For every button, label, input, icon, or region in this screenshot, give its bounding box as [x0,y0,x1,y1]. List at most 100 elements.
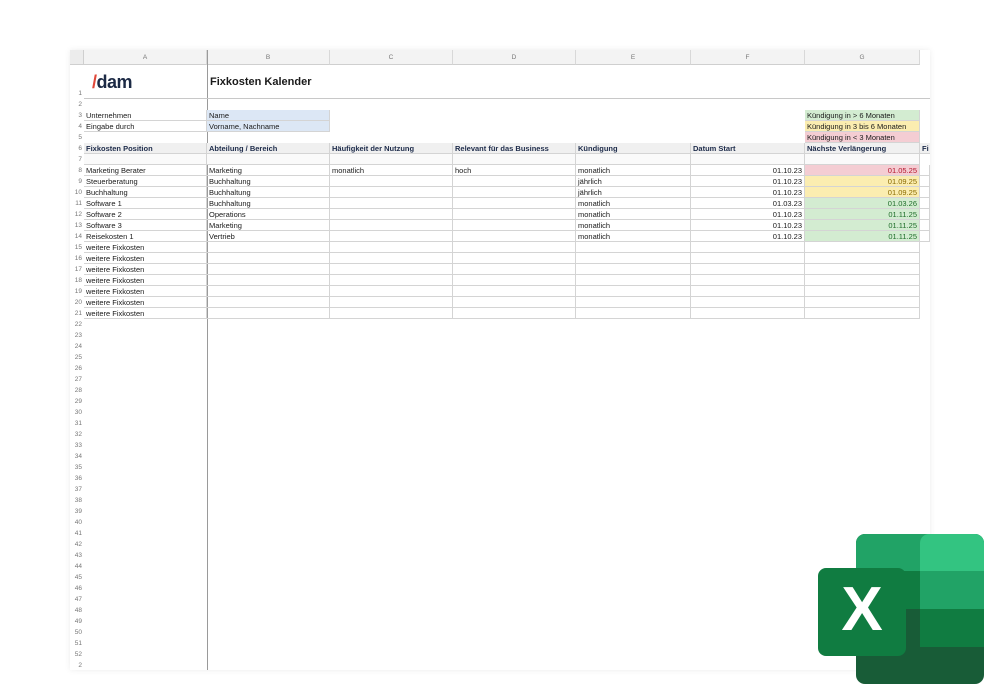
table-cell-verlaengerung[interactable]: 01.09.25 [805,176,920,187]
table-cell-relevant[interactable] [453,220,576,231]
row-number[interactable]: 40 [70,517,84,528]
table-cell-start[interactable]: 01.10.23 [691,209,805,220]
empty-cell[interactable] [207,275,330,286]
empty-cell[interactable] [207,154,330,165]
empty-cell[interactable] [691,297,805,308]
empty-cell[interactable] [453,154,576,165]
column-title[interactable]: Nächste Verlängerung [805,143,920,154]
empty-cell[interactable] [576,308,691,319]
empty-cell[interactable] [691,242,805,253]
legend-item[interactable]: Kündigung in < 3 Monaten [805,132,920,143]
empty-cell[interactable] [576,297,691,308]
empty-cell[interactable] [805,286,920,297]
table-cell-position[interactable]: Software 2 [84,209,207,220]
row-number[interactable]: 10 [70,187,84,198]
table-cell-extra[interactable] [920,176,930,187]
empty-cell[interactable] [453,264,576,275]
row-number[interactable]: 45 [70,572,84,583]
empty-cell[interactable] [805,154,920,165]
empty-cell[interactable] [330,308,453,319]
row-number[interactable]: 14 [70,231,84,242]
empty-cell[interactable] [691,275,805,286]
input-by-value-field[interactable]: Vorname, Nachname [207,121,330,132]
row-number[interactable]: 33 [70,440,84,451]
table-cell-position[interactable]: Steuerberatung [84,176,207,187]
company-label[interactable]: Unternehmen [84,110,207,121]
row-number[interactable]: 15 [70,242,84,253]
row-number[interactable]: 9 [70,176,84,187]
column-title[interactable]: Fixkosten Position [84,143,207,154]
table-cell-relevant[interactable] [453,231,576,242]
empty-cell[interactable] [691,154,805,165]
row-number[interactable]: 4 [70,121,84,132]
empty-cell[interactable] [691,308,805,319]
table-cell-kuendigung[interactable]: jährlich [576,176,691,187]
table-cell-start[interactable]: 01.10.23 [691,165,805,176]
row-number[interactable]: 43 [70,550,84,561]
table-cell-kuendigung[interactable]: monatlich [576,220,691,231]
row-number[interactable]: 17 [70,264,84,275]
table-cell-start[interactable]: 01.10.23 [691,231,805,242]
placeholder-position[interactable]: weitere Fixkosten [84,253,207,264]
table-cell-relevant[interactable]: hoch [453,165,576,176]
empty-cell[interactable] [453,253,576,264]
row-number[interactable]: 35 [70,462,84,473]
row-number[interactable]: 6 [70,143,84,154]
table-cell-haeufigkeit[interactable] [330,187,453,198]
table-cell-position[interactable]: Marketing Berater [84,165,207,176]
table-cell-position[interactable]: Buchhaltung [84,187,207,198]
row-number[interactable]: 13 [70,220,84,231]
empty-cell[interactable] [453,308,576,319]
row-number[interactable]: 7 [70,154,84,165]
table-cell-start[interactable]: 01.10.23 [691,220,805,231]
table-cell-relevant[interactable] [453,198,576,209]
table-cell-abteilung[interactable]: Buchhaltung [207,176,330,187]
placeholder-position[interactable]: weitere Fixkosten [84,264,207,275]
table-cell-start[interactable]: 01.03.23 [691,198,805,209]
row-number[interactable]: 18 [70,275,84,286]
column-header-d[interactable]: D [453,50,576,65]
table-cell-extra[interactable] [920,198,930,209]
table-cell-relevant[interactable] [453,187,576,198]
table-cell-kuendigung[interactable]: monatlich [576,198,691,209]
empty-cell[interactable] [330,286,453,297]
column-header-b[interactable]: B [207,50,330,65]
table-cell-abteilung[interactable]: Operations [207,209,330,220]
column-header-a[interactable]: A [84,50,207,65]
table-cell-relevant[interactable] [453,209,576,220]
row-number[interactable]: 16 [70,253,84,264]
table-cell-haeufigkeit[interactable] [330,209,453,220]
row-number[interactable]: 38 [70,495,84,506]
row-number[interactable]: 48 [70,605,84,616]
empty-cell[interactable] [330,253,453,264]
row-number[interactable]: 3 [70,110,84,121]
empty-cell[interactable] [207,242,330,253]
empty-cell[interactable] [576,242,691,253]
table-cell-verlaengerung[interactable]: 01.11.25 [805,231,920,242]
empty-cell[interactable] [207,297,330,308]
row-number[interactable]: 47 [70,594,84,605]
table-cell-haeufigkeit[interactable] [330,220,453,231]
column-header-c[interactable]: C [330,50,453,65]
row-number[interactable]: 44 [70,561,84,572]
empty-cell[interactable] [691,286,805,297]
legend-item[interactable]: Kündigung in > 6 Monaten [805,110,920,121]
table-cell-extra[interactable] [920,209,930,220]
table-cell-kuendigung[interactable]: monatlich [576,231,691,242]
table-cell-position[interactable]: Software 1 [84,198,207,209]
input-by-label[interactable]: Eingabe durch [84,121,207,132]
table-cell-kuendigung[interactable]: monatlich [576,165,691,176]
table-cell-extra[interactable] [920,165,930,176]
table-cell-abteilung[interactable]: Vertrieb [207,231,330,242]
placeholder-position[interactable]: weitere Fixkosten [84,297,207,308]
column-title[interactable]: Relevant für das Business [453,143,576,154]
row-number[interactable]: 22 [70,319,84,330]
table-cell-start[interactable]: 01.10.23 [691,187,805,198]
row-number[interactable]: 34 [70,451,84,462]
table-cell-haeufigkeit[interactable] [330,231,453,242]
table-cell-relevant[interactable] [453,176,576,187]
row-number[interactable]: 51 [70,638,84,649]
table-cell-verlaengerung[interactable]: 01.09.25 [805,187,920,198]
empty-cell[interactable] [805,297,920,308]
table-cell-abteilung[interactable]: Buchhaltung [207,198,330,209]
